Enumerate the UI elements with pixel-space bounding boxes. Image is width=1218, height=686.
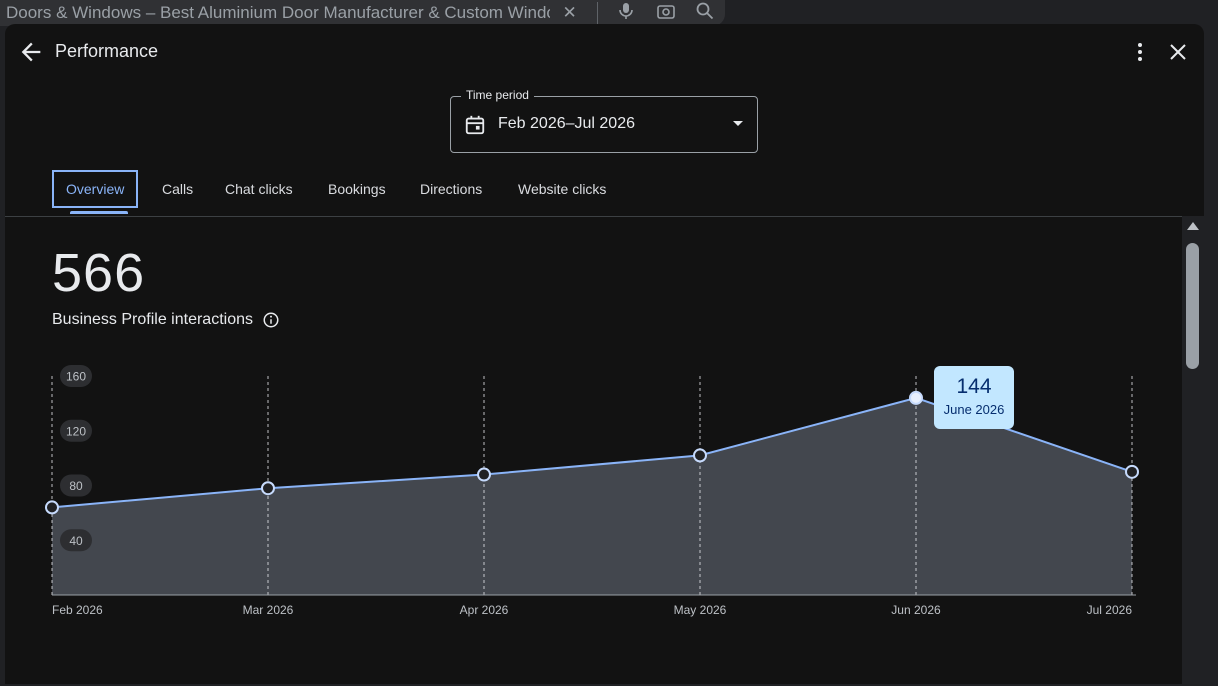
camera-icon[interactable] <box>646 3 686 24</box>
search-icon[interactable] <box>685 2 725 25</box>
scroll-up-arrow-icon[interactable] <box>1187 222 1199 230</box>
x-tick-label: Jul 2026 <box>1087 603 1133 617</box>
interactions-chart: 40 80 120 160 Feb 2026 Mar 2026 Apr 2026 May 20… <box>45 365 1139 617</box>
y-tick-label: 40 <box>69 534 83 548</box>
x-tick-label: May 2026 <box>674 603 727 617</box>
x-tick-label: Apr 2026 <box>460 603 509 617</box>
data-point <box>261 481 275 496</box>
data-tooltip: 144 June 2026 <box>934 366 1014 429</box>
tooltip-date: June 2026 <box>943 402 1005 417</box>
x-tick-label: Feb 2026 <box>52 603 103 617</box>
performance-dialog: Performance Time period Feb 2026–Jul 202… <box>5 24 1204 686</box>
divider <box>597 2 599 24</box>
y-tick-label: 80 <box>69 479 83 493</box>
data-point <box>477 467 491 482</box>
y-tick-label: 160 <box>66 370 86 384</box>
data-point <box>45 500 59 515</box>
y-tick-label: 120 <box>66 424 86 438</box>
clear-icon[interactable]: ✕ <box>550 3 590 23</box>
x-tick-label: Mar 2026 <box>243 603 294 617</box>
scroll-thumb[interactable] <box>1186 243 1199 369</box>
x-tick-label: Jun 2026 <box>891 603 941 617</box>
vertical-scrollbar[interactable] <box>1182 216 1204 686</box>
tooltip-value: 144 <box>956 375 992 398</box>
data-point <box>693 448 707 463</box>
background-search-query: Doors & Windows – Best Aluminium Door Ma… <box>6 3 550 22</box>
microphone-icon[interactable] <box>606 2 646 25</box>
background-search-bar[interactable]: Doors & Windows – Best Aluminium Door Ma… <box>0 0 725 26</box>
data-point <box>1125 464 1139 479</box>
highlighted-data-point <box>909 390 923 405</box>
